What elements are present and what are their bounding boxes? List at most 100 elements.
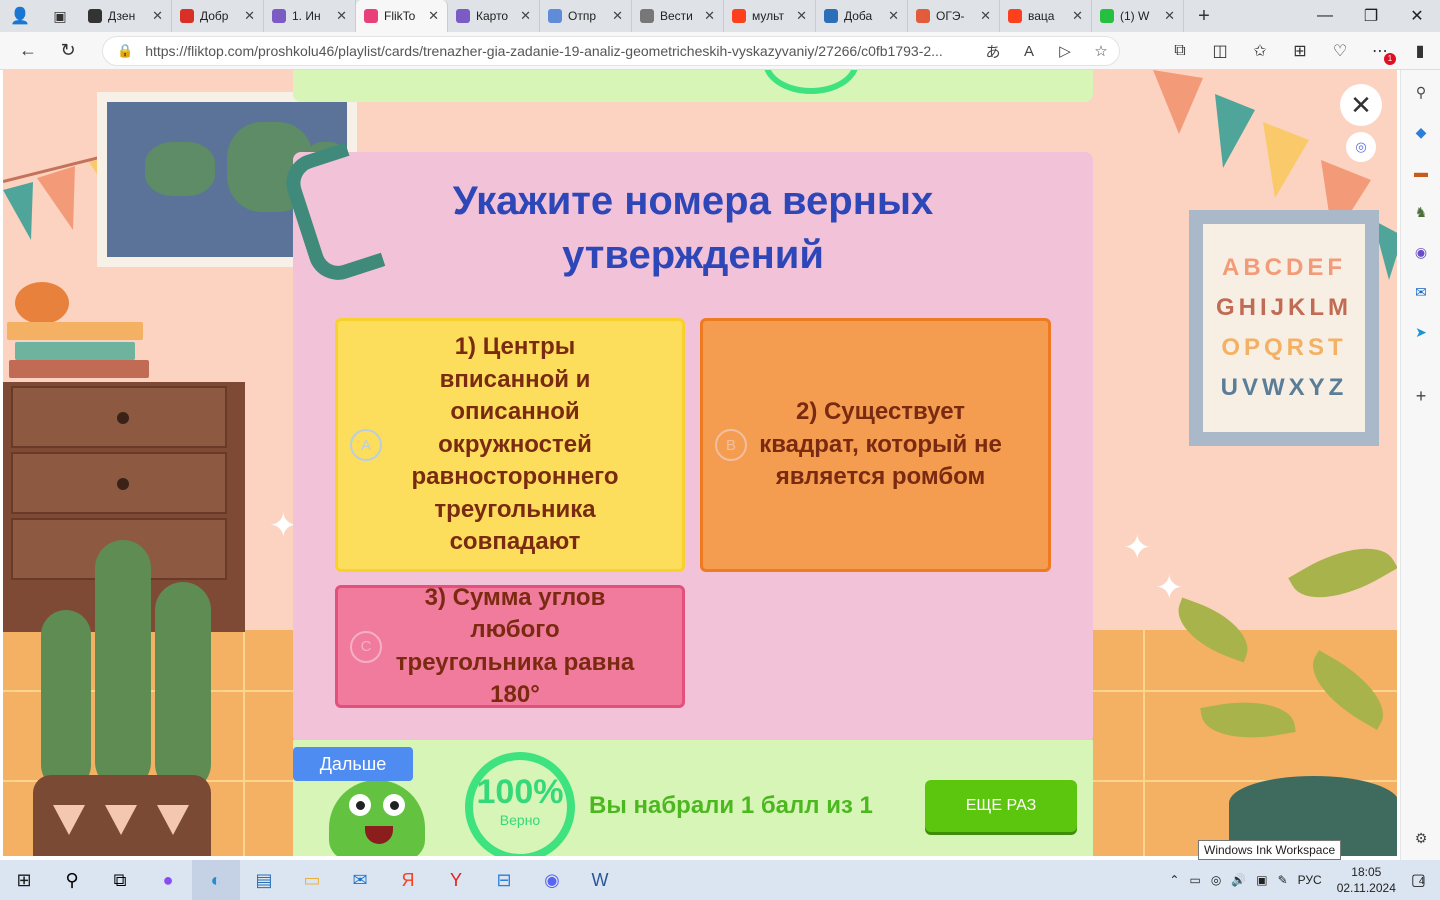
answer-letter: B bbox=[715, 429, 747, 461]
tab-11[interactable]: (1) W ✕ bbox=[1092, 0, 1184, 32]
profile-icon[interactable]: 👤 bbox=[0, 0, 40, 32]
new-tab-icon[interactable]: + bbox=[1184, 0, 1224, 32]
close-tab-icon[interactable]: ✕ bbox=[1072, 8, 1083, 24]
split-screen-icon[interactable]: ◫ bbox=[1200, 41, 1240, 61]
search-icon[interactable]: ⚲ bbox=[1411, 82, 1431, 102]
screenshot-icon[interactable]: ◎ bbox=[1346, 132, 1376, 162]
discord-icon[interactable]: ◉ bbox=[528, 860, 576, 900]
close-quiz-button[interactable]: ✕ bbox=[1340, 84, 1382, 126]
close-tab-icon[interactable]: ✕ bbox=[244, 8, 255, 24]
url-field[interactable]: 🔒 https://fliktop.com/proshkolu46/playli… bbox=[102, 36, 1120, 66]
word-icon[interactable]: W bbox=[576, 860, 624, 900]
favorites-icon[interactable]: ✩ bbox=[1240, 41, 1280, 61]
close-tab-icon[interactable]: ✕ bbox=[152, 8, 163, 24]
tab-9[interactable]: ОГЭ- ✕ bbox=[908, 0, 1000, 32]
answer-letter: A bbox=[350, 429, 382, 461]
result-panel: Дальше 100% Верно Вы набрали 1 балл из 1… bbox=[293, 740, 1093, 856]
try-again-button[interactable]: ЕЩЕ РАЗ bbox=[925, 780, 1077, 832]
show-hidden-icons-icon[interactable]: ⌃ bbox=[1169, 873, 1179, 887]
app-available-icon[interactable]: ▷ bbox=[1047, 42, 1083, 60]
pen-icon[interactable]: ✎ bbox=[1278, 873, 1288, 887]
add-sidebar-app-icon[interactable]: + bbox=[1411, 386, 1431, 406]
mail-icon[interactable]: ✉ bbox=[336, 860, 384, 900]
back-icon[interactable]: ← bbox=[8, 40, 48, 61]
browser-tab-bar: 👤 ▣ Дзен ✕ Добр ✕ 1. Ин ✕ FlikTo ✕ Карто ✕ Отпр ✕ Ве… bbox=[0, 0, 1440, 32]
answer-option-a[interactable]: A 1) Центры вписанной и описанной окружн… bbox=[335, 318, 685, 572]
tab-actions-icon[interactable]: ▣ bbox=[40, 0, 80, 32]
restore-icon[interactable]: ❐ bbox=[1348, 6, 1394, 26]
refresh-icon[interactable]: ↻ bbox=[48, 40, 88, 61]
tab-8[interactable]: Доба ✕ bbox=[816, 0, 908, 32]
close-tab-icon[interactable]: ✕ bbox=[980, 8, 991, 24]
start-icon[interactable]: ⊞ bbox=[0, 860, 48, 900]
close-tab-icon[interactable]: ✕ bbox=[612, 8, 623, 24]
close-tab-icon[interactable]: ✕ bbox=[888, 8, 899, 24]
notification-badge: 1 bbox=[1384, 53, 1396, 65]
tab-label: Доба bbox=[844, 9, 873, 23]
more-menu-icon[interactable]: ⋯ 1 bbox=[1360, 41, 1400, 65]
store-icon[interactable]: ⊟ bbox=[480, 860, 528, 900]
translate-icon[interactable]: あ bbox=[975, 41, 1011, 62]
file-explorer-icon[interactable]: ▭ bbox=[288, 860, 336, 900]
close-window-icon[interactable]: ✕ bbox=[1394, 6, 1440, 26]
close-tab-icon[interactable]: ✕ bbox=[520, 8, 531, 24]
sidebar-settings-icon[interactable]: ⚙ bbox=[1411, 828, 1431, 848]
minimize-icon[interactable]: — bbox=[1302, 7, 1348, 25]
answer-option-b[interactable]: B 2) Существует квадрат, который не явля… bbox=[700, 318, 1051, 572]
network-icon[interactable]: ▭ bbox=[1189, 873, 1200, 887]
tab-10[interactable]: ваца ✕ bbox=[1000, 0, 1092, 32]
read-aloud-icon[interactable]: A bbox=[1011, 43, 1047, 60]
tab-2[interactable]: 1. Ин ✕ bbox=[264, 0, 356, 32]
clip-decor bbox=[278, 142, 386, 288]
microsoft365-icon[interactable]: ◉ bbox=[1411, 242, 1431, 262]
performance-icon[interactable]: ♡ bbox=[1320, 41, 1360, 61]
telegram-icon[interactable]: ➤ bbox=[1411, 322, 1431, 342]
answer-option-c[interactable]: C 3) Сумма углов любого треугольника рав… bbox=[335, 584, 685, 708]
tab-7[interactable]: мульт ✕ bbox=[724, 0, 816, 32]
search-taskbar-icon[interactable]: ⚲ bbox=[48, 860, 96, 900]
extensions-icon[interactable]: ⧉ bbox=[1160, 42, 1200, 60]
edge-icon[interactable]: ◐ bbox=[192, 860, 240, 900]
clock[interactable]: 18:05 02.11.2024 bbox=[1337, 864, 1396, 896]
previous-card-strip bbox=[293, 70, 1093, 102]
tab-3[interactable]: FlikTo ✕ bbox=[356, 0, 448, 32]
cactus-decor bbox=[95, 540, 151, 790]
collections-icon[interactable]: ⊞ bbox=[1280, 41, 1320, 61]
tab-0[interactable]: Дзен ✕ bbox=[80, 0, 172, 32]
copilot-icon[interactable]: ▮ bbox=[1400, 41, 1440, 61]
favorite-star-icon[interactable]: ☆ bbox=[1083, 42, 1119, 60]
games-icon[interactable]: ♞ bbox=[1411, 202, 1431, 222]
alice-icon[interactable]: ● bbox=[144, 860, 192, 900]
task-view-icon[interactable]: ⧉ bbox=[96, 860, 144, 900]
antivirus-icon[interactable]: ▣ bbox=[1256, 873, 1267, 887]
close-tab-icon[interactable]: ✕ bbox=[1164, 8, 1175, 24]
address-bar: ← ↻ 🔒 https://fliktop.com/proshkolu46/pl… bbox=[0, 32, 1440, 70]
outlook-icon[interactable]: ✉ bbox=[1411, 282, 1431, 302]
close-tab-icon[interactable]: ✕ bbox=[428, 8, 439, 24]
tab-6[interactable]: Вести ✕ bbox=[632, 0, 724, 32]
tab-favicon-icon bbox=[88, 9, 102, 23]
yandex-icon[interactable]: Я bbox=[384, 860, 432, 900]
answer-letter: C bbox=[350, 630, 382, 663]
previous-result-ring bbox=[763, 70, 859, 94]
volume-icon[interactable]: 🔊 bbox=[1231, 873, 1246, 887]
tab-5[interactable]: Отпр ✕ bbox=[540, 0, 632, 32]
close-tab-icon[interactable]: ✕ bbox=[704, 8, 715, 24]
shopping-tag-icon[interactable]: ◆ bbox=[1411, 122, 1431, 142]
next-button[interactable]: Дальше bbox=[293, 747, 413, 781]
result-ring: 100% Верно bbox=[465, 752, 575, 856]
tools-icon[interactable]: ▬ bbox=[1411, 162, 1431, 182]
tab-label: Отпр bbox=[568, 9, 597, 23]
language-indicator[interactable]: РУС bbox=[1298, 873, 1322, 887]
tab-1[interactable]: Добр ✕ bbox=[172, 0, 264, 32]
tab-4[interactable]: Карто ✕ bbox=[448, 0, 540, 32]
close-tab-icon[interactable]: ✕ bbox=[336, 8, 347, 24]
system-tray: ⌃ ▭ ◎ 🔊 ▣ ✎ РУС 18:05 02.11.2024 ▢ 4 bbox=[1164, 860, 1440, 900]
lock-icon[interactable]: 🔒 bbox=[117, 43, 133, 59]
window-app-icon[interactable]: ▤ bbox=[240, 860, 288, 900]
notifications-icon[interactable]: ▢ 4 bbox=[1411, 870, 1426, 890]
meet-now-icon[interactable]: ◎ bbox=[1211, 873, 1221, 887]
yandex-browser-icon[interactable]: Y bbox=[432, 860, 480, 900]
close-tab-icon[interactable]: ✕ bbox=[796, 8, 807, 24]
tab-label: Добр bbox=[200, 9, 229, 23]
